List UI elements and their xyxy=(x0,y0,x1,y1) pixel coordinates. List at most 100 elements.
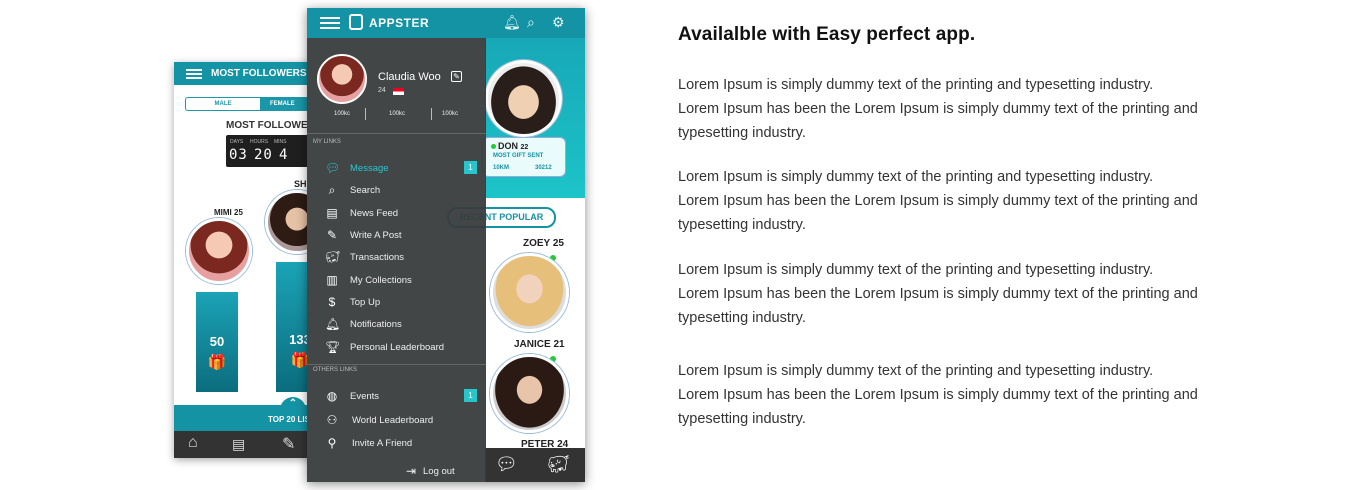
profile-age: 24 xyxy=(378,87,386,94)
paragraph: Lorem Ipsum is simply dummy text of the … xyxy=(678,169,1198,233)
avatar[interactable] xyxy=(490,354,569,433)
flag-icon xyxy=(393,88,404,95)
paragraph: Lorem Ipsum is simply dummy text of the … xyxy=(678,77,1198,141)
newsfeed-icon: ▤ xyxy=(326,206,338,220)
don-card[interactable]: DON 22 MOST GIFT SENT 10KM 30212 xyxy=(482,137,566,177)
edit-icon[interactable]: ✎ xyxy=(451,71,462,82)
logout-icon: ⇥ xyxy=(406,464,417,478)
menu-item-collections[interactable]: ▥ My Collections xyxy=(307,270,486,292)
world-leaderboard-icon: ⚇ xyxy=(326,413,338,427)
gear-icon[interactable]: ⚙ xyxy=(552,14,565,31)
chat-icon: 💬︎ xyxy=(325,161,341,175)
days-label: DAYS xyxy=(230,139,244,145)
home-icon[interactable]: ⌂ xyxy=(188,434,198,452)
logout-button[interactable]: ⇥ Log out xyxy=(406,464,455,478)
menu-item-label: Personal Leaderboard xyxy=(350,342,445,353)
collections-icon: ▥ xyxy=(326,273,338,287)
trophy-icon: 🏆︎ xyxy=(325,340,341,354)
divider xyxy=(431,108,432,120)
chevron-up-icon[interactable]: ⌃ xyxy=(280,397,306,411)
hours-value: 20 xyxy=(254,147,273,163)
user-name: JANICE 21 xyxy=(514,339,565,350)
chat-icon[interactable]: 💬︎ xyxy=(495,454,518,475)
menu-item-label: Transactions xyxy=(350,252,405,263)
app-title: APPSTER xyxy=(369,16,430,30)
avatar[interactable] xyxy=(317,54,367,104)
menu-item-label: Events xyxy=(350,391,380,402)
hamburger-icon[interactable] xyxy=(186,69,202,81)
gift-label: MOST GIFT SENT xyxy=(493,153,544,159)
menu-item-label: News Feed xyxy=(350,208,399,219)
stat-value: 100kc xyxy=(334,111,351,117)
don-distance: 10KM xyxy=(493,165,510,171)
menu-item-message[interactable]: 💬︎ Message 1 xyxy=(307,158,486,180)
days-value: 03 xyxy=(229,147,248,163)
front-tabbar: 💬︎ 🐖︎ xyxy=(485,448,585,482)
mins-value: 4 xyxy=(279,147,289,163)
bell-icon: 🔔︎ xyxy=(325,317,341,331)
app-header: APPSTER 🔔︎ ⌕ ⚙ xyxy=(307,8,585,38)
user-name-mimi: MIMI 25 xyxy=(214,208,243,217)
paragraph: Lorem Ipsum is simply dummy text of the … xyxy=(678,363,1198,427)
back-tabbar: ⌂ ▤ ✎ xyxy=(174,431,324,458)
search-icon: ⌕ xyxy=(328,183,336,197)
avatar[interactable] xyxy=(186,218,252,284)
profile-name: Claudia Woo xyxy=(378,71,441,83)
logout-label: Log out xyxy=(423,466,455,477)
gender-toggle[interactable]: MALE FEMALE xyxy=(185,97,324,111)
bar-value: 50 xyxy=(209,334,225,349)
search-icon[interactable]: ⌕ xyxy=(527,14,535,31)
don-name: DON 22 xyxy=(490,141,529,151)
divider xyxy=(307,133,486,134)
leader-bar: 50 🎁 xyxy=(196,292,238,392)
gift-icon: 🎁 xyxy=(207,354,227,371)
piggybank-icon[interactable]: 🐖︎ xyxy=(547,454,570,475)
page-heading: Availalble with Easy perfect app. xyxy=(678,24,976,45)
avatar[interactable] xyxy=(490,253,569,332)
menu-item-invite-friend[interactable]: ⚲ Invite A Friend xyxy=(307,433,486,455)
menu-item-label: World Leaderboard xyxy=(352,415,434,426)
news-icon[interactable]: ▤ xyxy=(232,436,245,453)
back-header-title: MOST FOLLOWERS xyxy=(211,68,307,79)
divider xyxy=(307,364,486,365)
menu-item-label: Notifications xyxy=(350,319,402,330)
menu-item-label: Search xyxy=(350,185,381,196)
menu-item-label: Message xyxy=(350,163,389,174)
piggybank-icon: 🐖︎ xyxy=(325,250,341,264)
count-badge: 1 xyxy=(464,389,477,402)
menu-item-label: Top Up xyxy=(350,297,381,308)
back-phone-screen: MOST FOLLOWERS MALE FEMALE MOST FOLLOWER… xyxy=(174,62,324,458)
invite-icon: ⚲ xyxy=(327,436,337,450)
front-phone-screen: APPSTER 🔔︎ ⌕ ⚙ DON 22 MOST GIFT SENT 10K… xyxy=(307,8,585,482)
showcase: MOST FOLLOWERS MALE FEMALE MOST FOLLOWER… xyxy=(0,0,1347,490)
menu-item-notifications[interactable]: 🔔︎ Notifications xyxy=(307,314,486,336)
menu-item-label: Write A Post xyxy=(350,230,402,241)
menu-item-world-leaderboard[interactable]: ⚇ World Leaderboard xyxy=(307,410,486,432)
male-tab[interactable]: MALE xyxy=(186,98,260,110)
menu-item-events[interactable]: ◍ Events 1 xyxy=(307,386,486,408)
menu-item-news-feed[interactable]: ▤ News Feed xyxy=(307,203,486,225)
user-name: ZOEY 25 xyxy=(523,238,564,249)
menu-item-write-post[interactable]: ✎ Write A Post xyxy=(307,225,486,247)
write-icon[interactable]: ✎ xyxy=(282,434,295,454)
menu-item-transactions[interactable]: 🐖︎ Transactions xyxy=(307,247,486,269)
bell-icon[interactable]: 🔔︎ xyxy=(503,14,521,31)
menu-item-label: Invite A Friend xyxy=(352,438,413,449)
top20-bar[interactable]: ⌃ TOP 20 LIST xyxy=(174,397,324,431)
menu-item-personal-leaderboard[interactable]: 🏆︎ Personal Leaderboard xyxy=(307,337,486,359)
write-icon: ✎ xyxy=(326,228,338,242)
hours-label: HOURS xyxy=(250,139,269,145)
menu-item-top-up[interactable]: $ Top Up xyxy=(307,292,486,314)
back-header: MOST FOLLOWERS xyxy=(174,62,324,85)
don-gifts: 30212 xyxy=(535,165,552,171)
paragraph: Lorem Ipsum is simply dummy text of the … xyxy=(678,262,1198,326)
stat-value: 100kc xyxy=(442,111,459,117)
menu-item-search[interactable]: ⌕ Search xyxy=(307,180,486,202)
dollar-icon: $ xyxy=(328,295,336,309)
menu-item-label: My Collections xyxy=(350,275,412,286)
my-links-label: MY LINKS xyxy=(313,139,341,145)
hamburger-icon[interactable] xyxy=(320,17,340,32)
avatar[interactable] xyxy=(485,60,562,137)
mins-label: MINS xyxy=(274,139,287,145)
app-logo-icon xyxy=(349,14,363,30)
